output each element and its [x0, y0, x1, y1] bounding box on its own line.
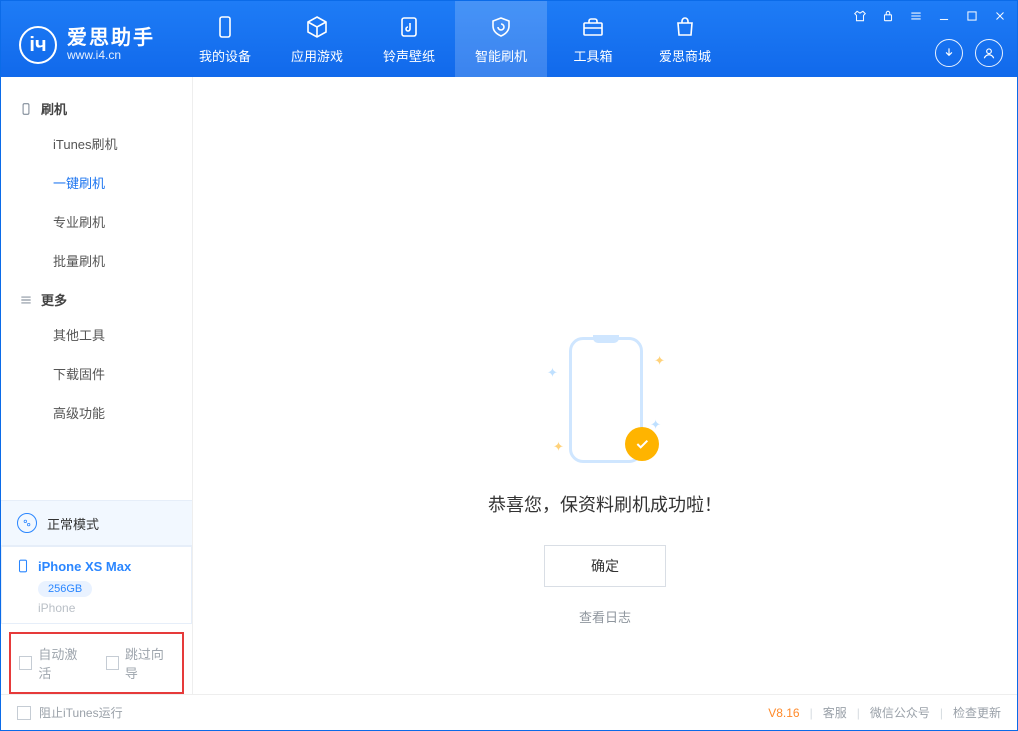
checkbox-icon[interactable] [17, 706, 31, 720]
minimize-icon[interactable] [935, 7, 953, 25]
device-capacity-badge: 256GB [38, 581, 92, 597]
header-bar: iч 爱思助手 www.i4.cn 我的设备 应用游戏 铃声壁纸 智能刷机 [1, 1, 1017, 77]
header-round-buttons [935, 39, 1003, 67]
list-icon [19, 293, 33, 307]
ok-button[interactable]: 确定 [544, 545, 666, 587]
sidebar-item-batch-flash[interactable]: 批量刷机 [1, 241, 192, 280]
status-bar: 阻止iTunes运行 V8.16 | 客服 | 微信公众号 | 检查更新 [1, 694, 1017, 730]
checkbox-icon [106, 656, 119, 670]
checkbox-label: 跳过向导 [125, 644, 174, 682]
cube-icon [304, 14, 330, 40]
block-itunes-checkbox[interactable]: 阻止iTunes运行 [39, 704, 123, 721]
top-tabs: 我的设备 应用游戏 铃声壁纸 智能刷机 工具箱 爱思商城 [179, 1, 731, 77]
device-mode-row[interactable]: 正常模式 [1, 500, 192, 546]
tab-label: 智能刷机 [475, 46, 527, 65]
device-icon [212, 14, 238, 40]
tab-store[interactable]: 爱思商城 [639, 1, 731, 77]
checkbox-skip-guide[interactable]: 跳过向导 [106, 644, 175, 682]
success-panel: ✦✦✦✦ 恭喜您，保资料刷机成功啦！ 确定 查看日志 [395, 337, 815, 626]
download-button[interactable] [935, 39, 963, 67]
checkbox-label: 自动激活 [38, 644, 87, 682]
tab-label: 应用游戏 [291, 46, 343, 65]
tab-apps-games[interactable]: 应用游戏 [271, 1, 363, 77]
body: 刷机 iTunes刷机 一键刷机 专业刷机 批量刷机 更多 其他工具 下载固件 … [1, 77, 1017, 694]
tab-label: 铃声壁纸 [383, 46, 435, 65]
sidebar-item-itunes-flash[interactable]: iTunes刷机 [1, 124, 192, 163]
device-info-box[interactable]: iPhone XS Max 256GB iPhone [1, 546, 192, 624]
app-url: www.i4.cn [67, 49, 155, 62]
shield-refresh-icon [488, 14, 514, 40]
check-update-link[interactable]: 检查更新 [953, 704, 1001, 721]
phone-success-illustration: ✦✦✦✦ [545, 337, 665, 467]
maximize-icon[interactable] [963, 7, 981, 25]
device-family-label: iPhone [38, 601, 177, 615]
device-mode-label: 正常模式 [47, 514, 99, 533]
tab-smart-flash[interactable]: 智能刷机 [455, 1, 547, 77]
sidebar: 刷机 iTunes刷机 一键刷机 专业刷机 批量刷机 更多 其他工具 下载固件 … [1, 77, 193, 694]
sidebar-item-pro-flash[interactable]: 专业刷机 [1, 202, 192, 241]
app-window: iч 爱思助手 www.i4.cn 我的设备 应用游戏 铃声壁纸 智能刷机 [0, 0, 1018, 731]
sidebar-section-flash: 刷机 [1, 89, 192, 124]
tab-label: 我的设备 [199, 46, 251, 65]
sidebar-section-more: 更多 [1, 280, 192, 315]
tab-label: 爱思商城 [659, 46, 711, 65]
checkbox-icon [19, 656, 32, 670]
version-label: V8.16 [768, 706, 799, 720]
tab-ringtone-wallpaper[interactable]: 铃声壁纸 [363, 1, 455, 77]
app-logo: iч 爱思助手 www.i4.cn [1, 1, 173, 77]
sidebar-section-label: 更多 [41, 290, 67, 309]
phone-icon [19, 102, 33, 116]
shirt-icon[interactable] [851, 7, 869, 25]
wechat-link[interactable]: 微信公众号 [870, 704, 930, 721]
tab-toolbox[interactable]: 工具箱 [547, 1, 639, 77]
device-name-label: iPhone XS Max [38, 559, 131, 574]
sidebar-item-download-firmware[interactable]: 下载固件 [1, 354, 192, 393]
sidebar-item-oneclick-flash[interactable]: 一键刷机 [1, 163, 192, 202]
music-file-icon [396, 14, 422, 40]
check-badge-icon [625, 427, 659, 461]
support-link[interactable]: 客服 [823, 704, 847, 721]
menu-icon[interactable] [907, 7, 925, 25]
tab-my-device[interactable]: 我的设备 [179, 1, 271, 77]
success-title: 恭喜您，保资料刷机成功啦！ [395, 491, 815, 517]
titlebar-controls [851, 7, 1009, 25]
toolbox-icon [580, 14, 606, 40]
sidebar-item-advanced[interactable]: 高级功能 [1, 393, 192, 432]
shopping-bag-icon [672, 14, 698, 40]
options-highlight-box: 自动激活 跳过向导 [9, 632, 184, 694]
sidebar-section-label: 刷机 [41, 99, 67, 118]
logo-icon: iч [19, 26, 57, 64]
phone-icon [16, 557, 30, 575]
view-log-link[interactable]: 查看日志 [395, 607, 815, 626]
close-icon[interactable] [991, 7, 1009, 25]
main-content: ✦✦✦✦ 恭喜您，保资料刷机成功啦！ 确定 查看日志 [193, 77, 1017, 694]
app-name: 爱思助手 [67, 27, 155, 49]
lock-icon[interactable] [879, 7, 897, 25]
account-button[interactable] [975, 39, 1003, 67]
tab-label: 工具箱 [573, 46, 612, 65]
mode-icon [17, 513, 37, 533]
checkbox-auto-activate[interactable]: 自动激活 [19, 644, 88, 682]
device-panel: 正常模式 iPhone XS Max 256GB iPhone 自动激活 [1, 500, 192, 694]
sidebar-item-other-tools[interactable]: 其他工具 [1, 315, 192, 354]
